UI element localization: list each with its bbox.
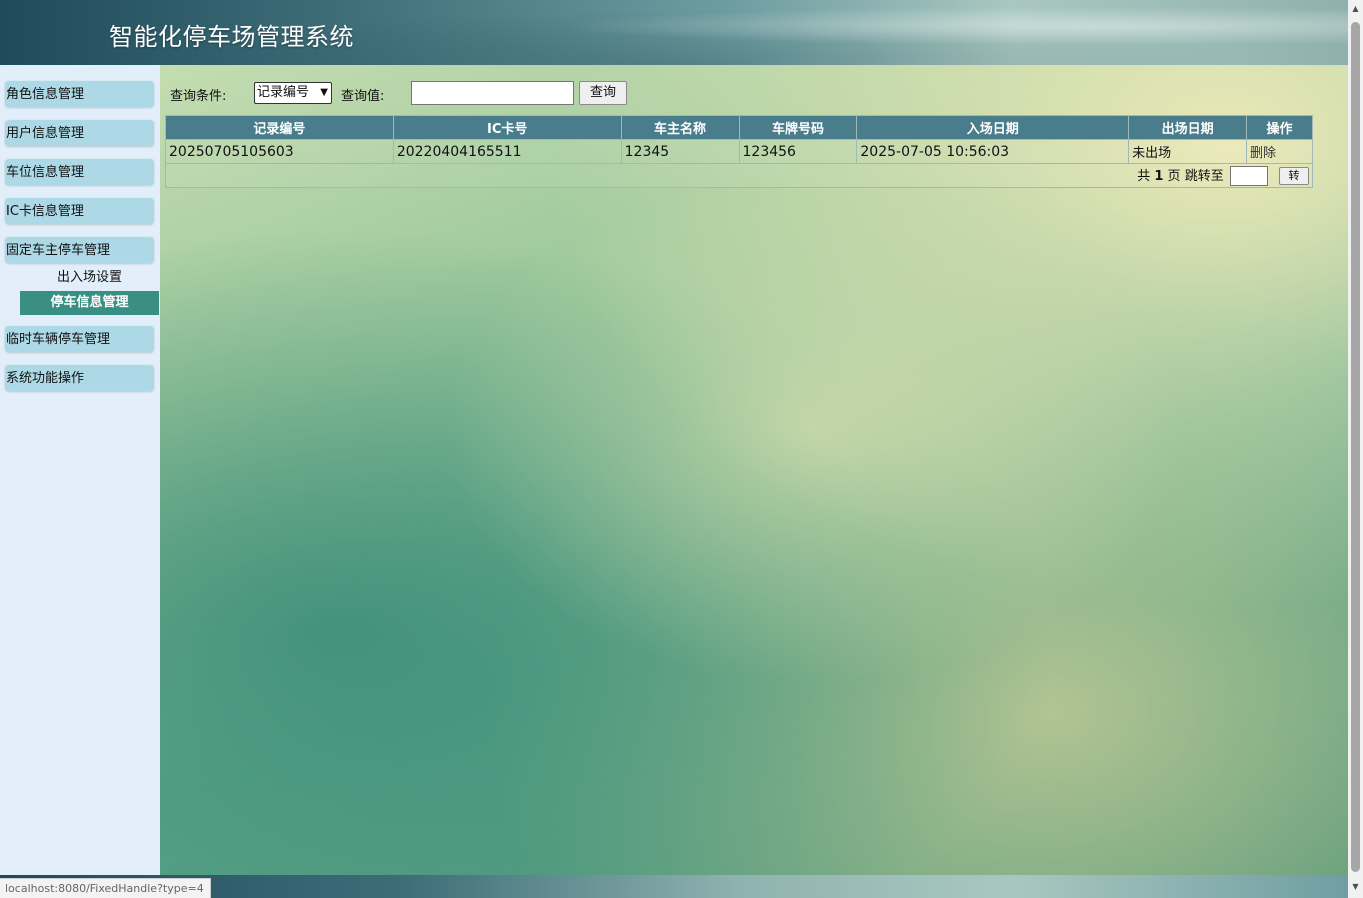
pager-jump-label: 跳转至 [1184,168,1224,184]
sidebar: 角色信息管理 用户信息管理 车位信息管理 IC卡信息管理 固定车主停车管理 出入… [0,65,160,875]
submenu-item-entry-exit-settings[interactable]: 出入场设置 [20,266,159,290]
column-header-ic-card: IC卡号 [392,115,622,140]
pager-total-prefix: 共 [1137,168,1151,184]
parking-records-table: 记录编号 IC卡号 车主名称 车牌号码 入场日期 出场日期 操作 2025070… [165,115,1313,188]
menu-item-parking-space[interactable]: 车位信息管理 [5,158,154,185]
submenu-item-parking-info[interactable]: 停车信息管理 [20,291,159,315]
cell-action: 删除 [1246,139,1313,164]
scrollbar-thumb[interactable] [1351,22,1360,872]
query-value-input[interactable] [411,81,574,105]
delete-link[interactable]: 删除 [1250,146,1276,161]
app-header: 智能化停车场管理系统 [0,0,1348,65]
chevron-down-icon: ▼ [320,87,328,98]
query-button[interactable]: 查询 [579,81,627,105]
cell-ic-card: 20220404165511 [392,139,622,164]
column-header-exit-date: 出场日期 [1128,115,1248,140]
scroll-down-icon[interactable]: ▼ [1351,882,1360,891]
pager-go-button[interactable]: 转 [1279,167,1309,186]
column-header-plate: 车牌号码 [738,115,858,140]
table-row: 20250705105603 20220404165511 12345 1234… [165,139,1313,164]
cell-owner: 12345 [620,139,740,164]
main-content: 查询条件: 记录编号 ▼ 查询值: 查询 记录编号 IC卡号 车主名称 车牌号码… [160,65,1348,875]
column-header-entry-date: 入场日期 [856,115,1130,140]
pager-total-pages: 1 [1154,168,1164,184]
pager-row: 共 1 页 跳转至 转 [165,163,1313,188]
menu-item-ic-card[interactable]: IC卡信息管理 [5,197,154,224]
menu-item-fixed-owner-parking[interactable]: 固定车主停车管理 [5,236,154,263]
query-condition-selected: 记录编号 [257,85,310,100]
column-header-record-no: 记录编号 [165,115,394,140]
pager: 共 1 页 跳转至 转 [165,163,1313,188]
query-value-label: 查询值: [341,89,385,104]
table-header-row: 记录编号 IC卡号 车主名称 车牌号码 入场日期 出场日期 操作 [165,115,1313,140]
column-header-owner: 车主名称 [620,115,740,140]
menu-item-role[interactable]: 角色信息管理 [5,80,154,107]
query-condition-select[interactable]: 记录编号 ▼ [254,82,332,104]
cell-exit-date: 未出场 [1128,139,1248,164]
scroll-up-icon[interactable]: ▲ [1351,4,1360,13]
menu-item-temporary-parking[interactable]: 临时车辆停车管理 [5,325,154,352]
app-title: 智能化停车场管理系统 [109,23,354,51]
menu-item-system-operations[interactable]: 系统功能操作 [5,364,154,391]
cell-plate: 123456 [738,139,858,164]
column-header-action: 操作 [1246,115,1313,140]
pager-jump-input[interactable] [1229,166,1268,187]
cell-record-no: 20250705105603 [165,139,394,164]
query-condition-label: 查询条件: [170,89,227,104]
status-bar-url: localhost:8080/FixedHandle?type=4 [0,878,211,898]
pager-total-suffix: 页 [1167,168,1181,184]
cell-entry-date: 2025-07-05 10:56:03 [856,139,1130,164]
menu-item-user[interactable]: 用户信息管理 [5,119,154,146]
vertical-scrollbar[interactable]: ▲ ▼ [1348,0,1363,898]
